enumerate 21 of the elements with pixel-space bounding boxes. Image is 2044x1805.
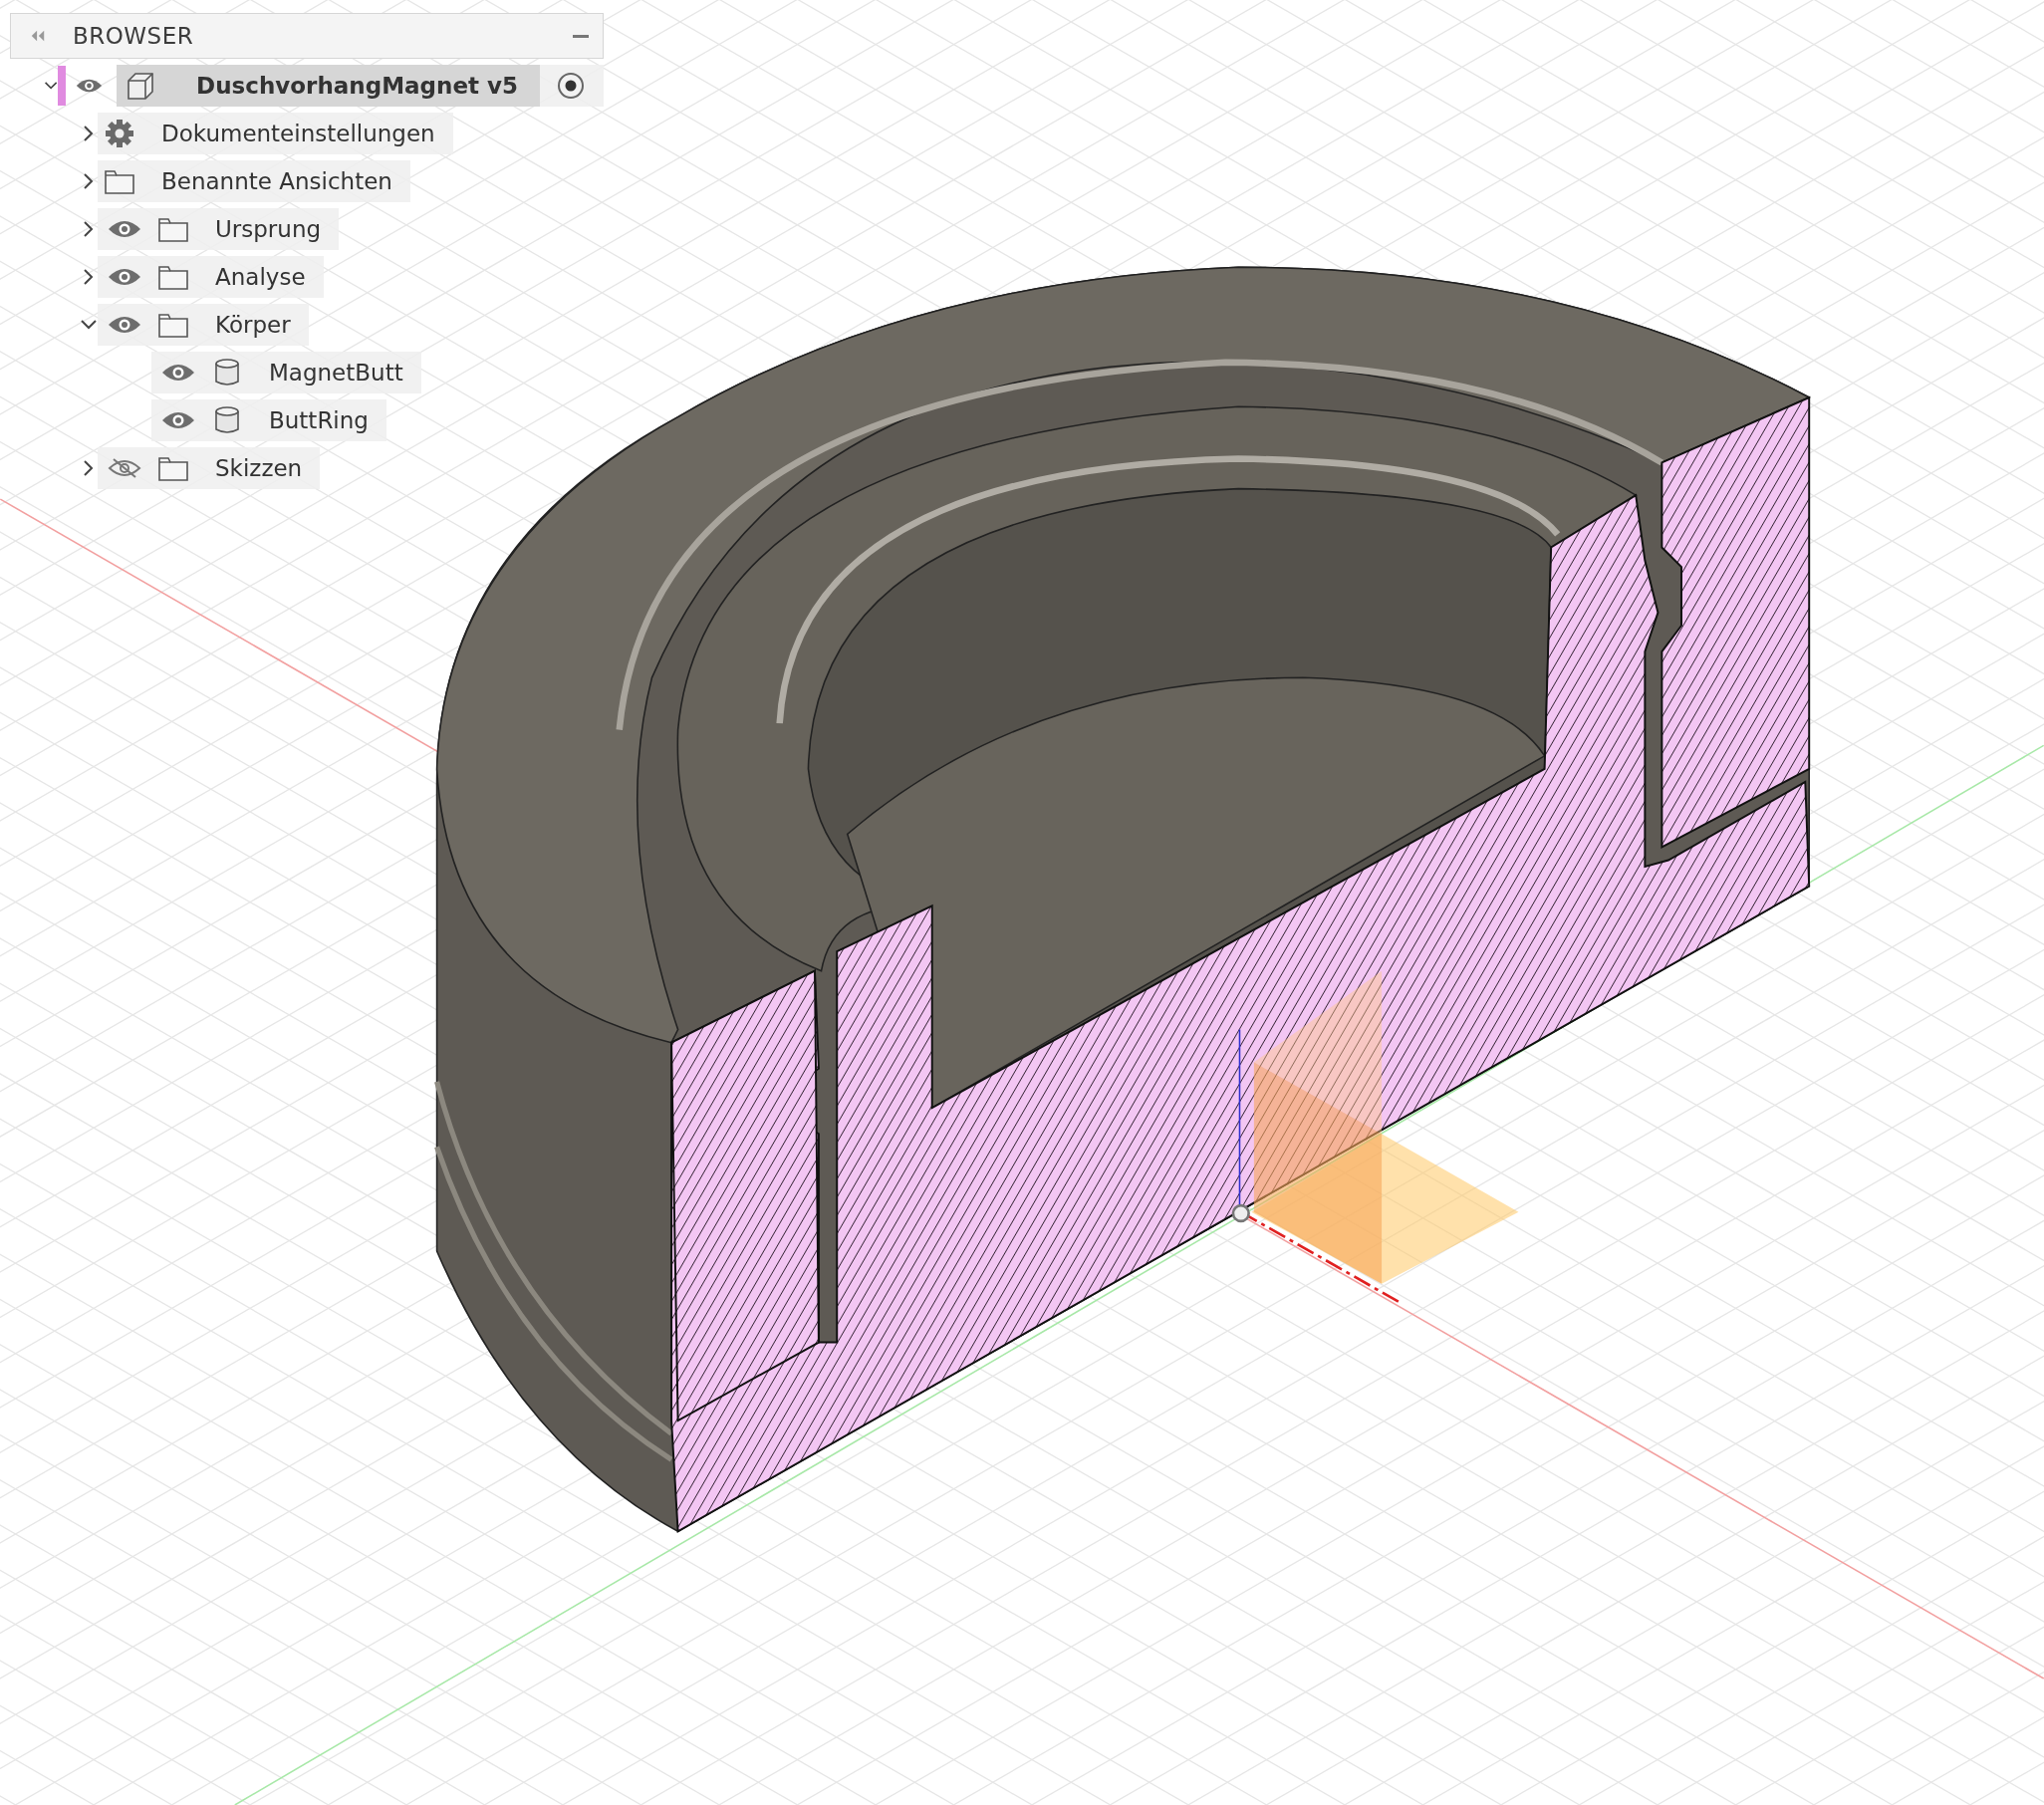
eye-icon[interactable] [108, 315, 141, 335]
eye-icon[interactable] [108, 267, 141, 287]
eye-slashed-icon[interactable] [108, 458, 141, 478]
origin-point[interactable] [1231, 1203, 1250, 1223]
tree-item[interactable]: ButtRing [151, 399, 386, 441]
collapse-panel-icon[interactable] [29, 28, 47, 44]
tree-item[interactable]: Benannte Ansichten [98, 160, 410, 202]
tree-item[interactable]: MagnetButt [151, 352, 421, 393]
minimize-icon[interactable] [573, 34, 589, 38]
tree-item[interactable]: Ursprung [98, 208, 340, 250]
panel-title: BROWSER [73, 23, 195, 49]
tree-item[interactable]: DuschvorhangMagnet v5 [117, 65, 540, 107]
eye-icon[interactable] [161, 363, 195, 383]
tree-item[interactable]: Analyse [98, 256, 324, 298]
eye-icon[interactable] [108, 219, 141, 239]
tree-item[interactable]: Dokumenteinstellungen [98, 113, 453, 154]
tree-item[interactable]: Körper [98, 304, 309, 346]
activate-radio[interactable] [556, 71, 586, 101]
eye-icon[interactable] [161, 410, 195, 430]
gear-icon [104, 119, 135, 148]
tree-item[interactable]: Skizzen [98, 447, 321, 489]
